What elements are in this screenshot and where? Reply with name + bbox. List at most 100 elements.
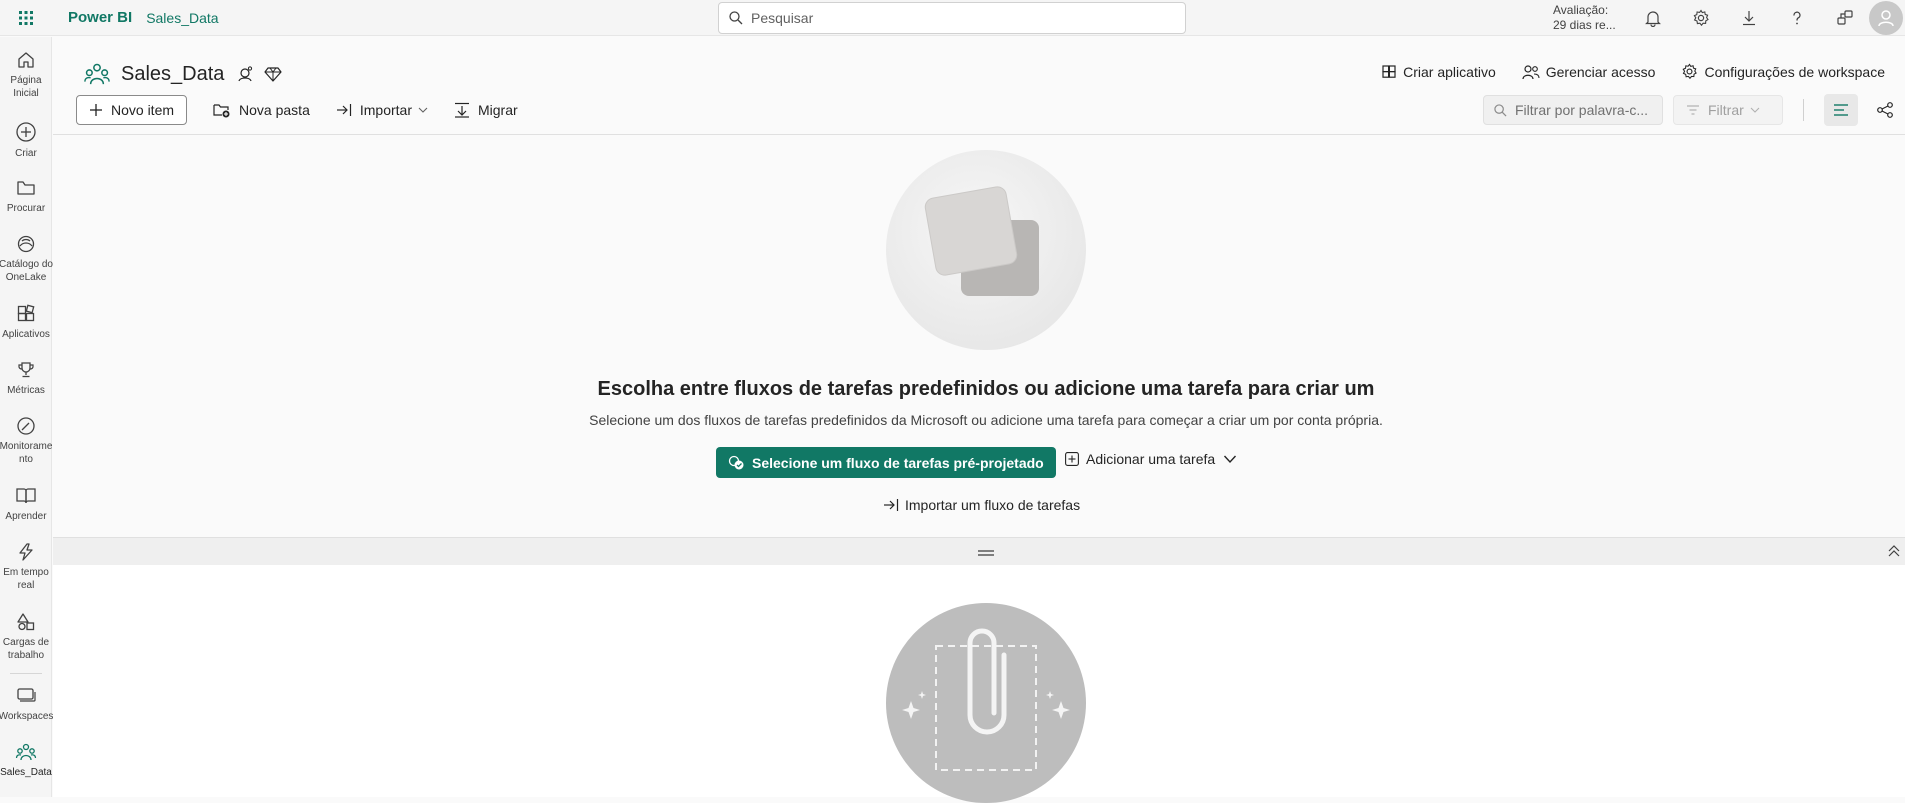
nav-item-learn[interactable]: Aprender <box>0 486 52 523</box>
filter-icon <box>1687 105 1699 115</box>
select-predesigned-flow-button[interactable]: Selecione um fluxo de tarefas pré-projet… <box>716 447 1056 478</box>
import-icon <box>336 104 351 116</box>
nav-monitor-line2: nto <box>19 454 33 465</box>
keyword-filter-input[interactable]: Filtrar por palavra-c... <box>1483 95 1663 125</box>
workspaces-icon <box>17 688 36 702</box>
download-icon[interactable] <box>1725 0 1773 36</box>
migrate-button[interactable]: Migrar <box>454 102 518 118</box>
plus-icon <box>90 104 102 116</box>
new-folder-button[interactable]: Nova pasta <box>213 102 310 118</box>
nav-item-create[interactable]: Criar <box>0 121 52 160</box>
task-flow-illustration <box>886 150 1086 350</box>
help-icon[interactable] <box>1773 0 1821 36</box>
toolbar-divider <box>1803 99 1804 121</box>
search-input[interactable]: Pesquisar <box>718 2 1186 34</box>
add-task-dropdown[interactable]: Adicionar uma tarefa <box>1065 451 1237 467</box>
new-item-button[interactable]: Novo item <box>76 95 188 125</box>
apps-icon <box>1382 64 1396 78</box>
workspace-settings-label: Configurações de workspace <box>1704 63 1885 80</box>
nav-item-home[interactable]: Página Inicial <box>0 50 52 100</box>
select-predesigned-flow-label: Selecione um fluxo de tarefas pré-projet… <box>752 454 1044 471</box>
nav-item-label: Sales_Data <box>0 767 52 778</box>
pane-splitter[interactable] <box>53 537 1905 565</box>
new-item-label: Novo item <box>111 102 175 118</box>
collapse-up-icon[interactable] <box>1887 544 1901 558</box>
workspace-settings-button[interactable]: Configurações de workspace <box>1681 63 1885 80</box>
items-empty-state <box>53 565 1905 803</box>
people-icon <box>1522 64 1540 79</box>
nav-item-label: Página Inicial <box>10 75 42 99</box>
filter-label: Filtrar <box>1708 102 1744 118</box>
nav-item-label: Procurar <box>6 203 46 214</box>
task-flow-icon <box>728 455 744 469</box>
nav-item-realtime[interactable]: Em tempo real <box>0 542 52 592</box>
apps-icon <box>17 304 35 322</box>
chevron-down-icon <box>1224 455 1237 464</box>
app-launcher-icon[interactable] <box>0 0 52 36</box>
brand-name[interactable]: Power BI <box>68 9 132 26</box>
lineage-icon <box>1877 102 1893 118</box>
create-app-label: Criar aplicativo <box>1403 63 1496 80</box>
nav-item-label: Criar <box>15 148 37 159</box>
feedback-icon[interactable] <box>1821 0 1869 36</box>
folder-icon <box>17 181 35 195</box>
settings-icon <box>1682 63 1698 80</box>
workspace-people-icon <box>15 743 37 761</box>
page-title: Sales_Data <box>121 62 225 85</box>
nav-item-label: Métricas <box>7 385 45 396</box>
manage-access-button[interactable]: Gerenciar acesso <box>1522 63 1656 80</box>
nav-item-workloads[interactable]: Cargas de trabalho <box>0 612 52 662</box>
chevron-down-icon <box>1750 107 1760 113</box>
migrate-icon <box>454 102 469 118</box>
import-dropdown[interactable]: Importar <box>336 102 428 118</box>
chevron-down-icon <box>418 107 428 113</box>
list-view-button[interactable] <box>1824 94 1858 126</box>
nav-item-workspaces[interactable]: Workspaces <box>0 686 53 723</box>
avatar[interactable] <box>1869 1 1903 35</box>
nav-item-label: Catálogo do OneLake <box>0 259 53 283</box>
trial-label: Avaliação: <box>1553 3 1609 17</box>
nav-item-label: Cargas de trabalho <box>2 637 50 661</box>
import-label: Importar <box>359 102 412 118</box>
new-folder-label: Nova pasta <box>239 102 310 118</box>
nav-item-browse[interactable]: Procurar <box>0 178 52 215</box>
workspace-identity-icon[interactable] <box>236 65 254 83</box>
breadcrumb-workspace[interactable]: Sales_Data <box>146 10 218 26</box>
trial-status[interactable]: Avaliação: 29 dias re... <box>1553 3 1616 33</box>
workspace-header: Sales_Data Criar aplicativo Gerenciar ac… <box>53 37 1905 135</box>
premium-diamond-icon[interactable] <box>264 65 283 83</box>
notifications-icon[interactable] <box>1629 0 1677 36</box>
search-placeholder: Pesquisar <box>751 10 814 26</box>
search-icon <box>729 11 743 25</box>
settings-icon[interactable] <box>1677 0 1725 36</box>
nav-item-onelake[interactable]: Catálogo do OneLake <box>0 234 53 284</box>
nav-item-sales-data[interactable]: Sales_Data <box>0 742 52 779</box>
nav-item-apps[interactable]: Aplicativos <box>0 304 52 341</box>
trial-days: 29 dias re... <box>1553 18 1616 32</box>
import-task-flow-label: Importar um fluxo de tarefas <box>905 497 1081 513</box>
create-app-button[interactable]: Criar aplicativo <box>1381 64 1496 80</box>
monitor-icon <box>17 417 35 435</box>
empty-state-subtitle: Selecione um dos fluxos de tarefas prede… <box>589 412 1383 428</box>
nav-item-metrics[interactable]: Métricas <box>0 360 52 397</box>
import-task-flow-link[interactable]: Importar um fluxo de tarefas <box>883 497 1080 513</box>
nav-item-label: Aprender <box>5 511 47 522</box>
lineage-view-button[interactable] <box>1868 94 1902 126</box>
filter-button[interactable]: Filtrar <box>1673 95 1783 125</box>
migrate-label: Migrar <box>477 102 518 118</box>
attachment-illustration <box>886 603 1086 803</box>
add-task-label: Adicionar uma tarefa <box>1086 451 1216 467</box>
nav-item-monitoring[interactable]: Monitorame nto <box>0 416 52 466</box>
add-square-icon <box>1065 452 1079 466</box>
filter-placeholder: Filtrar por palavra-c... <box>1515 102 1649 118</box>
manage-access-label: Gerenciar acesso <box>1545 63 1656 80</box>
nav-item-label-monitoring: Monitorame nto <box>0 440 54 466</box>
nav-monitor-line1: Monitorame <box>0 441 53 452</box>
list-view-icon <box>1834 104 1848 116</box>
lightning-icon <box>19 543 33 561</box>
nav-item-label: Aplicativos <box>2 329 50 340</box>
search-icon <box>1494 103 1507 116</box>
nav-divider <box>10 673 42 674</box>
shapes-icon <box>17 613 35 631</box>
drag-handle-icon[interactable] <box>978 550 994 556</box>
